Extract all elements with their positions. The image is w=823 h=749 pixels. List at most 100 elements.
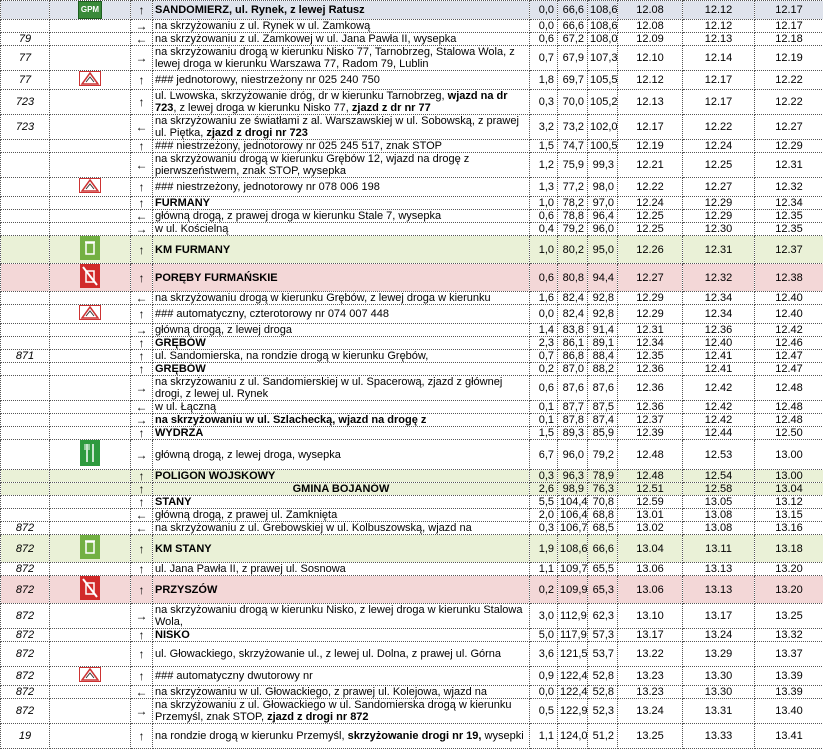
segment-km: 0,3 [530, 470, 558, 483]
segment-km: 3,0 [530, 604, 558, 629]
direction-arrow-icon: ← [131, 210, 153, 223]
road-number-cell: 872 [1, 686, 50, 699]
cumulative-km: 67,2 [558, 33, 588, 46]
description-text: POLIGON WOJSKOWY [155, 470, 275, 482]
cumulative-km: 67,9 [558, 46, 588, 71]
time-medium: 13.24 [683, 629, 755, 642]
time-slow: 13.25 [755, 604, 823, 629]
time-medium: 13.13 [683, 563, 755, 576]
route-description: KM FURMANY [153, 236, 530, 264]
time-medium: 13.29 [683, 642, 755, 667]
route-description: na skrzyżowaniu z ul. Rynek w ul. Zamkow… [153, 20, 530, 33]
time-slow: 13.12 [755, 496, 823, 509]
time-slow: 12.38 [755, 264, 823, 292]
icon-cell [50, 496, 131, 509]
table-row: GPM↑SANDOMIERZ, ul. Rynek, z lewej Ratus… [1, 1, 823, 20]
description-text: FURMANY [155, 197, 210, 209]
table-row: ←na skrzyżowaniu drogą w kierunku Grębów… [1, 292, 823, 305]
time-medium: 12.44 [683, 427, 755, 440]
route-description: na skrzyżowaniu z ul. Grebowskiej w ul. … [153, 522, 530, 535]
description-text: na skrzyżowaniu w ul. Głowackiego, z pra… [155, 686, 487, 698]
time-fast: 12.24 [618, 197, 683, 210]
remaining-km: 68,5 [588, 522, 618, 535]
route-description: NISKO [153, 629, 530, 642]
road-number-cell: 723 [1, 115, 50, 140]
description-text: PRZYSZÓW [155, 584, 217, 596]
time-fast: 12.34 [618, 337, 683, 350]
time-medium: 13.13 [683, 576, 755, 604]
description-bold-text: zjazd z drogi nr 723 [206, 127, 307, 139]
table-row: →w ul. Kościelną0,479,296,012.2512.3012.… [1, 223, 823, 236]
segment-km: 5,0 [530, 629, 558, 642]
route-description: PRZYSZÓW [153, 576, 530, 604]
direction-arrow-icon: ↑ [131, 1, 153, 20]
remaining-km: 87,4 [588, 414, 618, 427]
cumulative-km: 83,8 [558, 324, 588, 337]
table-row: ↑GRĘBÓW0,287,088,212.3612.4112.47 [1, 363, 823, 376]
segment-km: 3,2 [530, 115, 558, 140]
time-slow: 13.18 [755, 535, 823, 563]
direction-arrow-icon: → [131, 376, 153, 401]
segment-km: 0,0 [530, 305, 558, 324]
table-row: 872↑KM STANY1,9108,666,613.0413.1113.18 [1, 535, 823, 563]
time-slow: 12.42 [755, 324, 823, 337]
table-row: 77↑### jednotorowy, niestrzeżony nr 025 … [1, 71, 823, 90]
remaining-km: 108,0 [588, 33, 618, 46]
icon-cell [50, 324, 131, 337]
time-medium: 12.53 [683, 440, 755, 470]
remaining-km: 105,5 [588, 71, 618, 90]
description-text: GRĘBÓW [155, 363, 206, 375]
time-slow: 12.32 [755, 178, 823, 197]
time-slow: 12.31 [755, 153, 823, 178]
remaining-km: 87,6 [588, 376, 618, 401]
time-medium: 13.33 [683, 724, 755, 749]
segment-km: 0,2 [530, 576, 558, 604]
description-text: NISKO [155, 629, 190, 641]
cumulative-km: 112,9 [558, 604, 588, 629]
road-number-cell [1, 178, 50, 197]
icon-cell [50, 401, 131, 414]
road-number-cell: 872 [1, 604, 50, 629]
cumulative-km: 98,9 [558, 483, 588, 496]
route-description: na skrzyżowaniu z ul. Sandomierskiej w u… [153, 376, 530, 401]
table-row: 872←na skrzyżowaniu w ul. Głowackiego, z… [1, 686, 823, 699]
icon-cell [50, 210, 131, 223]
road-number-cell: 79 [1, 33, 50, 46]
time-slow: 13.15 [755, 509, 823, 522]
direction-arrow-icon: ← [131, 153, 153, 178]
icon-cell [50, 604, 131, 629]
description-text: KM STANY [155, 543, 212, 555]
route-description: GMINA BOJANÓW [153, 483, 530, 496]
time-medium: 12.29 [683, 197, 755, 210]
time-fast: 13.02 [618, 522, 683, 535]
time-fast: 12.35 [618, 350, 683, 363]
cumulative-km: 108,6 [558, 535, 588, 563]
direction-arrow-icon: ← [131, 522, 153, 535]
route-description: ### automatyczny, czterotorowy nr 074 00… [153, 305, 530, 324]
direction-arrow-icon: → [131, 20, 153, 33]
time-medium: 12.24 [683, 140, 755, 153]
road-number-cell [1, 401, 50, 414]
time-medium: 12.17 [683, 71, 755, 90]
time-medium: 12.29 [683, 210, 755, 223]
icon-cell [50, 350, 131, 363]
remaining-km: 53,7 [588, 642, 618, 667]
route-description: na skrzyżowaniu w ul. Szlachecką, wjazd … [153, 414, 530, 427]
time-slow: 12.37 [755, 236, 823, 264]
time-slow: 12.48 [755, 376, 823, 401]
segment-km: 0,6 [530, 376, 558, 401]
time-medium: 12.41 [683, 350, 755, 363]
description-text: na rondzie drogą w kierunku Przemyśl, [155, 730, 348, 742]
direction-arrow-icon: → [131, 440, 153, 470]
description-text: na skrzyżowaniu w ul. Szlachecką, wjazd … [155, 414, 426, 426]
description-text-continued: , z lewej droga w kierunku Nisko 77, [173, 102, 352, 114]
road-number-cell: 723 [1, 90, 50, 115]
segment-km: 1,1 [530, 563, 558, 576]
cumulative-km: 86,1 [558, 337, 588, 350]
time-fast: 12.48 [618, 470, 683, 483]
time-slow: 12.27 [755, 115, 823, 140]
icon-cell [50, 483, 131, 496]
time-slow: 12.22 [755, 71, 823, 90]
road-number-cell [1, 305, 50, 324]
icon-cell [50, 71, 131, 90]
